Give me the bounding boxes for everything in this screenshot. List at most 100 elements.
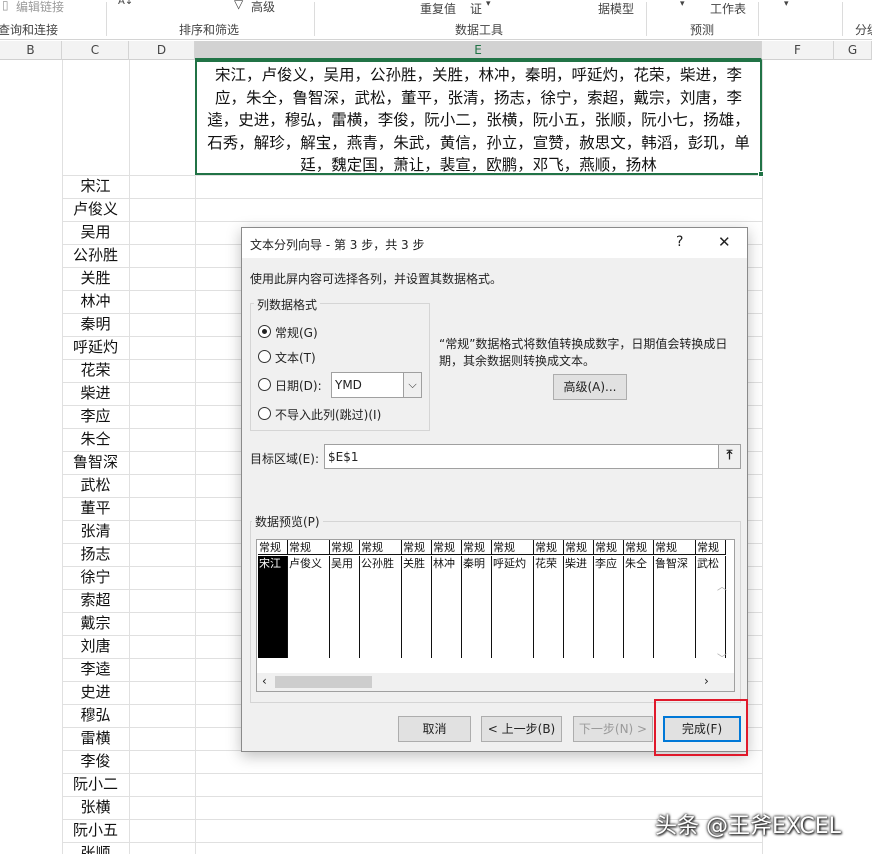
column-header-c[interactable]: C	[62, 41, 129, 60]
close-icon[interactable]: ✕	[718, 233, 731, 251]
name-cell[interactable]: 索超	[62, 589, 129, 612]
remove-duplicates-button[interactable]: 重复值	[420, 0, 456, 17]
back-button[interactable]: < 上一步(B)	[481, 716, 562, 742]
radio-text-label[interactable]: 文本(T)	[275, 349, 316, 366]
preview-column-value[interactable]: 李应	[594, 556, 624, 658]
outline-dropdown-icon[interactable]: ▾	[784, 0, 789, 9]
preview-column-value[interactable]: 卢俊义	[288, 556, 330, 658]
target-input[interactable]: $E$1 ⤒	[324, 444, 741, 469]
fill-handle[interactable]	[758, 171, 764, 177]
preview-column-value[interactable]: 呼延灼	[492, 556, 534, 658]
preview-column-header[interactable]: 常规	[624, 540, 654, 555]
radio-skip-label[interactable]: 不导入此列(跳过)(I)	[275, 406, 381, 423]
next-button[interactable]: 下一步(N) >	[573, 716, 653, 742]
preview-column-value[interactable]: 鲁智深	[654, 556, 696, 658]
data-preview[interactable]: 常规 宋江 常规 卢俊义 常规 吴用 常规 公孙胜 常规 关胜 常规 林冲 常规 秦明 常规 呼延灼 常规 花荣常…	[256, 539, 735, 692]
preview-column-header[interactable]: 常规	[696, 540, 726, 555]
name-cell[interactable]: 史进	[62, 681, 129, 704]
preview-column-header[interactable]: 常规	[462, 540, 492, 555]
preview-column-header[interactable]: 常规	[654, 540, 696, 555]
name-cell[interactable]: 鲁智深	[62, 451, 129, 474]
name-cell[interactable]: 武松	[62, 474, 129, 497]
name-cell[interactable]: 徐宁	[62, 566, 129, 589]
radio-date-label[interactable]: 日期(D):	[275, 377, 322, 394]
scrollbar-thumb[interactable]	[275, 676, 372, 688]
radio-skip[interactable]	[258, 407, 271, 420]
preview-column-value[interactable]: 朱仝	[624, 556, 654, 658]
preview-column-value[interactable]: 吴用	[330, 556, 360, 658]
name-cell[interactable]: 秦明	[62, 313, 129, 336]
preview-column-value[interactable]: 花荣	[534, 556, 564, 658]
help-button[interactable]: ?	[676, 234, 683, 250]
preview-column-header[interactable]: 常规	[258, 540, 288, 555]
preview-column-header[interactable]: 常规	[288, 540, 330, 555]
column-header-d[interactable]: D	[129, 41, 195, 60]
validation-dropdown-icon[interactable]: ▾	[486, 0, 491, 9]
name-cell[interactable]: 董平	[62, 497, 129, 520]
column-header-b[interactable]: B	[0, 41, 62, 60]
name-cell[interactable]: 花荣	[62, 359, 129, 382]
preview-column-value[interactable]: 关胜	[402, 556, 432, 658]
data-model-button[interactable]: 据模型	[598, 0, 634, 17]
preview-column-value[interactable]: 秦明	[462, 556, 492, 658]
preview-column-header[interactable]: 常规	[594, 540, 624, 555]
column-header-e[interactable]: E	[195, 41, 762, 60]
preview-column-value[interactable]: 柴进	[564, 556, 594, 658]
name-cell[interactable]: 扬志	[62, 543, 129, 566]
name-cell[interactable]: 刘唐	[62, 635, 129, 658]
name-cell[interactable]: 穆弘	[62, 704, 129, 727]
name-cell[interactable]: 阮小二	[62, 773, 129, 796]
scroll-right-icon[interactable]: ›	[704, 674, 709, 688]
preview-column-header[interactable]: 常规	[330, 540, 360, 555]
chevron-down-icon[interactable]: ⌵	[403, 373, 421, 397]
radio-general-label[interactable]: 常规(G)	[275, 324, 318, 341]
preview-column-value[interactable]: 林冲	[432, 556, 462, 658]
preview-column-header[interactable]: 常规	[360, 540, 402, 555]
sort-icon[interactable]: A↓	[118, 0, 133, 7]
preview-column-value[interactable]: 武松	[696, 556, 726, 658]
radio-text[interactable]	[258, 350, 271, 363]
name-cell[interactable]: 李俊	[62, 750, 129, 773]
name-cell[interactable]: 朱仝	[62, 428, 129, 451]
radio-date[interactable]	[258, 378, 271, 391]
data-validation-button[interactable]: 证	[470, 0, 482, 17]
cancel-button[interactable]: 取消	[398, 716, 471, 742]
name-cell[interactable]: 卢俊义	[62, 198, 129, 221]
name-cell[interactable]: 柴进	[62, 382, 129, 405]
name-cell[interactable]: 戴宗	[62, 612, 129, 635]
name-cell[interactable]: 呼延灼	[62, 336, 129, 359]
advanced-button[interactable]: 高级(A)...	[553, 374, 627, 400]
preview-column-header[interactable]: 常规	[564, 540, 594, 555]
name-cell[interactable]: 宋江	[62, 175, 129, 198]
preview-column-header[interactable]: 常规	[534, 540, 564, 555]
name-cell[interactable]: 李应	[62, 405, 129, 428]
name-cell[interactable]: 李逵	[62, 658, 129, 681]
preview-column-value[interactable]: 公孙胜	[360, 556, 402, 658]
horizontal-scrollbar[interactable]: ‹ ›	[257, 673, 734, 691]
collapse-dialog-icon[interactable]: ⤒	[718, 445, 740, 468]
cell-e1[interactable]: 宋江，卢俊义，吴用，公孙胜，关胜，林冲，秦明，呼延灼，花荣，柴进，李应，朱仝，鲁…	[195, 60, 762, 175]
advanced-filter-button[interactable]: 高级	[251, 0, 275, 15]
name-cell[interactable]: 张横	[62, 796, 129, 819]
name-cell[interactable]: 张清	[62, 520, 129, 543]
name-cell[interactable]: 吴用	[62, 221, 129, 244]
name-cell[interactable]: 雷横	[62, 727, 129, 750]
date-format-select[interactable]: YMD ⌵	[331, 372, 422, 398]
preview-column-header[interactable]: 常规	[402, 540, 432, 555]
name-cell[interactable]: 关胜	[62, 267, 129, 290]
preview-column-header[interactable]: 常规	[492, 540, 534, 555]
worksheet-button[interactable]: 工作表	[710, 0, 746, 17]
name-cell[interactable]: 阮小五	[62, 819, 129, 842]
name-cell[interactable]: 张顺	[62, 842, 129, 854]
name-cell[interactable]: 公孙胜	[62, 244, 129, 267]
forecast-dropdown-icon[interactable]: ▾	[680, 0, 685, 9]
scroll-left-icon[interactable]: ‹	[262, 674, 267, 688]
name-cell[interactable]: 林冲	[62, 290, 129, 313]
preview-column-value[interactable]: 宋江	[258, 556, 288, 658]
radio-general[interactable]	[258, 325, 271, 338]
edit-links-button[interactable]: 编辑链接	[16, 0, 64, 15]
scroll-down-icon[interactable]: ﹀	[717, 650, 727, 665]
preview-column-header[interactable]: 常规	[432, 540, 462, 555]
scroll-up-icon[interactable]: ︿	[717, 578, 727, 593]
column-header-g[interactable]: G	[834, 41, 872, 60]
